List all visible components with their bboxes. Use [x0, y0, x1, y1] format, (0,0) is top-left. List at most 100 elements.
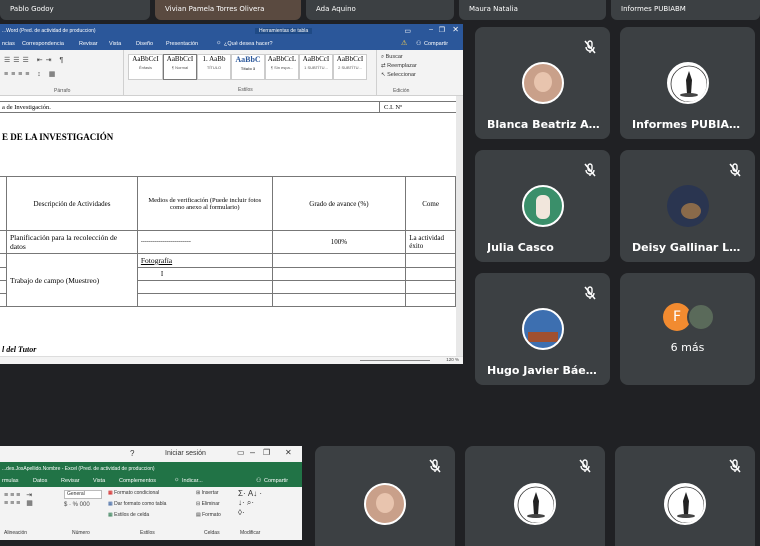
menu-view[interactable]: Vista — [109, 41, 121, 47]
zoom-slider[interactable] — [360, 360, 430, 361]
align-icon[interactable]: ≡≡≡≡ ↕ ▦ — [4, 70, 58, 78]
style-subtitle1[interactable]: AaBbCcI 1 SUBTÍTU... — [299, 54, 333, 80]
style-name: ¶ Sin espa... — [270, 65, 294, 70]
align-icon[interactable]: ≡≡≡ ⇥ ≡≡≡ ▦ — [4, 491, 35, 507]
participant-tile[interactable]: Julia Casco — [475, 150, 610, 262]
number-icons[interactable]: $ · % 000 — [64, 502, 90, 508]
participant-tile[interactable] — [615, 446, 755, 546]
zoom-level[interactable]: 120 % — [446, 357, 459, 362]
menu-addins[interactable]: Complementos — [119, 478, 156, 484]
format-button[interactable]: ▤ Formato — [196, 512, 221, 518]
top-tile-4[interactable]: Maura Natalia — [459, 0, 606, 20]
menu-references[interactable]: ncias — [2, 41, 15, 47]
institution-logo — [664, 483, 706, 525]
menu-design[interactable]: Diseño — [136, 41, 153, 47]
photo-link[interactable]: Fotografía — [141, 256, 172, 265]
tell-me-input[interactable]: ¿Qué desea hacer? — [224, 41, 273, 47]
select-button[interactable]: ↖ Seleccionar — [381, 72, 416, 78]
participant-tile[interactable]: Blanca Beatriz Alo... — [475, 27, 610, 139]
share-button[interactable]: Compartir — [264, 478, 288, 484]
table-cell — [405, 267, 456, 281]
tell-me-input[interactable]: Indicar... — [182, 478, 203, 484]
menu-review[interactable]: Revisar — [79, 41, 98, 47]
menu-mailings[interactable]: Correspondencia — [22, 41, 64, 47]
style-name: 1 SUBTÍTU... — [304, 65, 328, 70]
minimize-icon[interactable]: – — [429, 26, 433, 33]
participant-tile[interactable] — [465, 446, 605, 546]
delete-button[interactable]: ⊟ Eliminar — [196, 501, 220, 507]
number-format-select[interactable]: General — [64, 490, 102, 499]
table-tools-label: Herramientas de tabla — [255, 28, 313, 34]
style-preview: AaBbCcL — [267, 55, 297, 63]
style-emphasis[interactable]: AaBbCcI Énfasis — [128, 54, 163, 80]
find-button[interactable]: ⌕ Buscar — [381, 54, 403, 61]
minimize-icon[interactable]: ▭ — [404, 27, 411, 35]
sum-icon[interactable]: Σ· A↓ · ↓· ⌕· ◊· — [238, 489, 262, 517]
participant-name: Vivian Pamela Torres Olivera — [165, 5, 265, 13]
insert-label: Insertar — [201, 490, 219, 496]
top-tile-2[interactable]: Vivian Pamela Torres Olivera — [155, 0, 301, 20]
table-cell: Trabajo de campo (Muestreo) — [6, 253, 138, 307]
more-count: 6 más — [670, 341, 705, 354]
table-cell — [271, 253, 407, 268]
ribbon-display-icon[interactable]: ▭ — [237, 448, 245, 457]
styles-group-label: Estilos — [238, 87, 253, 93]
style-normal[interactable]: AaBbCcI ¶ Normal — [163, 54, 197, 80]
document-page[interactable]: a de Investigación. C.I. Nº E DE LA INVE… — [0, 96, 456, 358]
warning-icon: ⚠ — [401, 40, 408, 47]
tutor-signature-label: l del Tutor — [2, 345, 37, 354]
menu-layout[interactable]: Presentación — [166, 41, 198, 47]
bullets-icon[interactable]: ☰☰☰ ⇤⇥ ¶ — [4, 56, 66, 64]
menu-formulas[interactable]: rmulas — [2, 478, 19, 484]
avatar — [521, 62, 564, 104]
participant-tile[interactable]: Hugo Javier Báez ... — [475, 273, 610, 385]
cell-styles-button[interactable]: ▦ Estilos de celda — [108, 512, 149, 518]
conditional-format-button[interactable]: ▦ Formato condicional — [108, 490, 159, 496]
share-button[interactable]: Compartir — [424, 41, 448, 47]
more-participants-tile[interactable]: F 6 más — [620, 273, 755, 385]
style-title[interactable]: 1. AaBb TÍTULO — [197, 54, 231, 80]
close-icon[interactable]: ✕ — [285, 448, 292, 457]
vertical-scrollbar[interactable] — [456, 96, 463, 356]
participant-tile[interactable]: Informes PUBIABM — [620, 27, 755, 139]
replace-label: Reemplazar — [387, 63, 417, 69]
table-header-cell: Medios de verificación (Puede incluir fo… — [136, 176, 273, 231]
style-name: Énfasis — [138, 65, 153, 70]
avatar — [364, 483, 406, 525]
conditional-format-icon: ▦ — [108, 490, 113, 496]
mic-off-icon — [727, 162, 743, 178]
participant-tile[interactable] — [315, 446, 455, 546]
participant-name: Informes PUBIABM — [621, 5, 686, 13]
table-cell[interactable]: Fotografía — [136, 253, 273, 268]
format-as-table-button[interactable]: ▦ Dar formato como tabla — [108, 501, 166, 507]
top-tile-3[interactable]: Ada Aquino — [306, 0, 454, 20]
table-cell — [271, 280, 407, 294]
menu-data[interactable]: Datos — [33, 478, 47, 484]
close-icon[interactable]: ✕ — [452, 25, 459, 34]
avatar — [666, 185, 709, 227]
table-cell — [405, 293, 456, 307]
restore-icon[interactable]: ❐ — [263, 448, 270, 457]
word-window[interactable]: ...Word (Pred. de actividad de produccio… — [0, 24, 463, 364]
style-no-spacing[interactable]: AaBbCcL ¶ Sin espa... — [265, 54, 299, 80]
replace-button[interactable]: ⇄ Reemplazar — [381, 63, 417, 69]
table-header-cell: Grado de avance (%) — [271, 176, 407, 231]
table-header-cell: Descripción de Actividades — [6, 176, 138, 231]
style-subtitle2[interactable]: AaBbCcI 2 SUBTÍTU... — [333, 54, 367, 80]
top-tile-5[interactable]: Informes PUBIABM — [611, 0, 760, 20]
help-icon[interactable]: ? — [130, 449, 134, 458]
restore-icon[interactable]: ❐ — [439, 26, 445, 34]
style-name: Título 3 — [240, 66, 256, 71]
table-cell[interactable]: I — [136, 267, 273, 281]
excel-window[interactable]: ? Iniciar sesión ▭ – ❐ ✕ ...des.JosApell… — [0, 446, 302, 540]
insert-button[interactable]: ⊞ Insertar — [196, 490, 219, 496]
minimize-icon[interactable]: – — [250, 447, 255, 457]
sign-in-button[interactable]: Iniciar sesión — [165, 450, 206, 457]
excel-menubar: rmulas Datos Revisar Vista Complementos … — [0, 475, 302, 487]
menu-review[interactable]: Revisar — [61, 478, 80, 484]
participant-tile[interactable]: Deisy Gallinar Lopez — [620, 150, 755, 262]
style-heading3[interactable]: AaBbC Título 3 — [231, 54, 265, 80]
menu-view[interactable]: Vista — [93, 478, 105, 484]
participant-name: Deisy Gallinar Lopez — [632, 241, 745, 254]
top-tile-1[interactable]: Pablo Godoy — [0, 0, 150, 20]
